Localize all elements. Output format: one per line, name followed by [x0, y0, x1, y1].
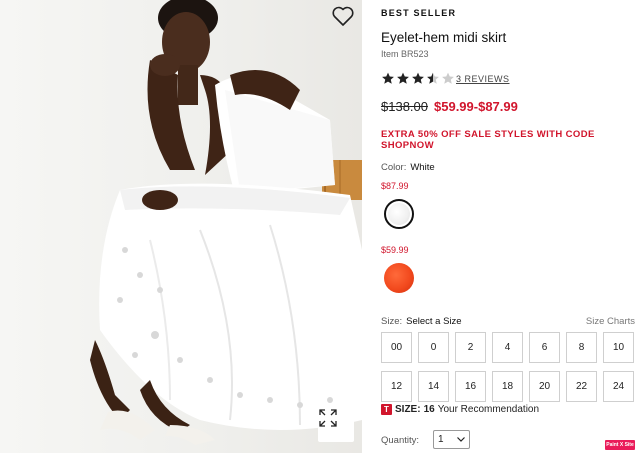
color-selector-label: Color: White	[381, 162, 435, 173]
size-option[interactable]: 6	[529, 332, 560, 363]
star-half-icon	[426, 72, 440, 90]
quantity-label: Quantity:	[381, 435, 420, 446]
zoom-button[interactable]	[318, 408, 354, 442]
size-recommendation: T SIZE: 16 Your Recommendation	[381, 404, 539, 415]
promo-message: EXTRA 50% OFF SALE STYLES WITH CODE SHOP…	[381, 129, 595, 151]
color-label: Color:	[381, 162, 407, 173]
rec-prefix: SIZE:	[395, 404, 421, 415]
size-charts-link[interactable]: Size Charts	[586, 316, 635, 327]
size-value: Select a Size	[406, 316, 462, 327]
pinit-button[interactable]: Paint X Site	[605, 440, 635, 450]
size-option[interactable]: 16	[455, 371, 486, 402]
size-option[interactable]: 8	[566, 332, 597, 363]
chevron-down-icon	[457, 434, 465, 445]
quantity-value: 1	[438, 434, 444, 445]
color-swatch-red[interactable]	[384, 263, 414, 293]
size-option[interactable]: 4	[492, 332, 523, 363]
star-full-icon	[411, 72, 425, 90]
size-option[interactable]: 10	[603, 332, 634, 363]
size-option[interactable]: 2	[455, 332, 486, 363]
size-option[interactable]: 14	[418, 371, 449, 402]
size-option[interactable]: 20	[529, 371, 560, 402]
star-full-icon	[396, 72, 410, 90]
t-badge-icon: T	[381, 404, 392, 415]
rec-size: 16	[423, 404, 435, 415]
star-empty-icon	[441, 72, 455, 90]
color-value: White	[410, 162, 435, 173]
star-full-icon	[381, 72, 395, 90]
size-option[interactable]: 0	[418, 332, 449, 363]
size-label: Size:	[381, 316, 403, 327]
size-option[interactable]: 24	[603, 371, 634, 402]
color-swatch-white[interactable]	[384, 199, 414, 229]
size-option[interactable]: 00	[381, 332, 412, 363]
size-selector-label: Size: Select a Size	[381, 316, 462, 327]
sale-price: $59.99-$87.99	[434, 99, 518, 114]
product-photo[interactable]	[0, 0, 362, 453]
best-seller-badge: BEST SELLER	[381, 8, 457, 18]
reviews-link[interactable]: 3 REVIEWS	[456, 74, 510, 84]
rec-suffix: Your Recommendation	[437, 404, 540, 415]
size-grid: 00 0 2 4 6 8 10 12 14 16 18 20 22 24	[381, 332, 637, 402]
model-illustration	[90, 0, 362, 445]
product-info: BEST SELLER Eyelet-hem midi skirt Item B…	[381, 0, 640, 453]
size-option[interactable]: 12	[381, 371, 412, 402]
original-price: $138.00	[381, 99, 428, 114]
size-option[interactable]: 22	[566, 371, 597, 402]
favorite-heart-icon[interactable]	[331, 5, 355, 27]
item-number: Item BR523	[381, 49, 429, 59]
quantity-select[interactable]: 1	[433, 430, 470, 449]
size-option[interactable]: 18	[492, 371, 523, 402]
product-title: Eyelet-hem midi skirt	[381, 30, 507, 45]
rating-stars[interactable]	[381, 72, 455, 90]
swatch-price: $59.99	[381, 245, 409, 255]
swatch-price: $87.99	[381, 181, 409, 191]
